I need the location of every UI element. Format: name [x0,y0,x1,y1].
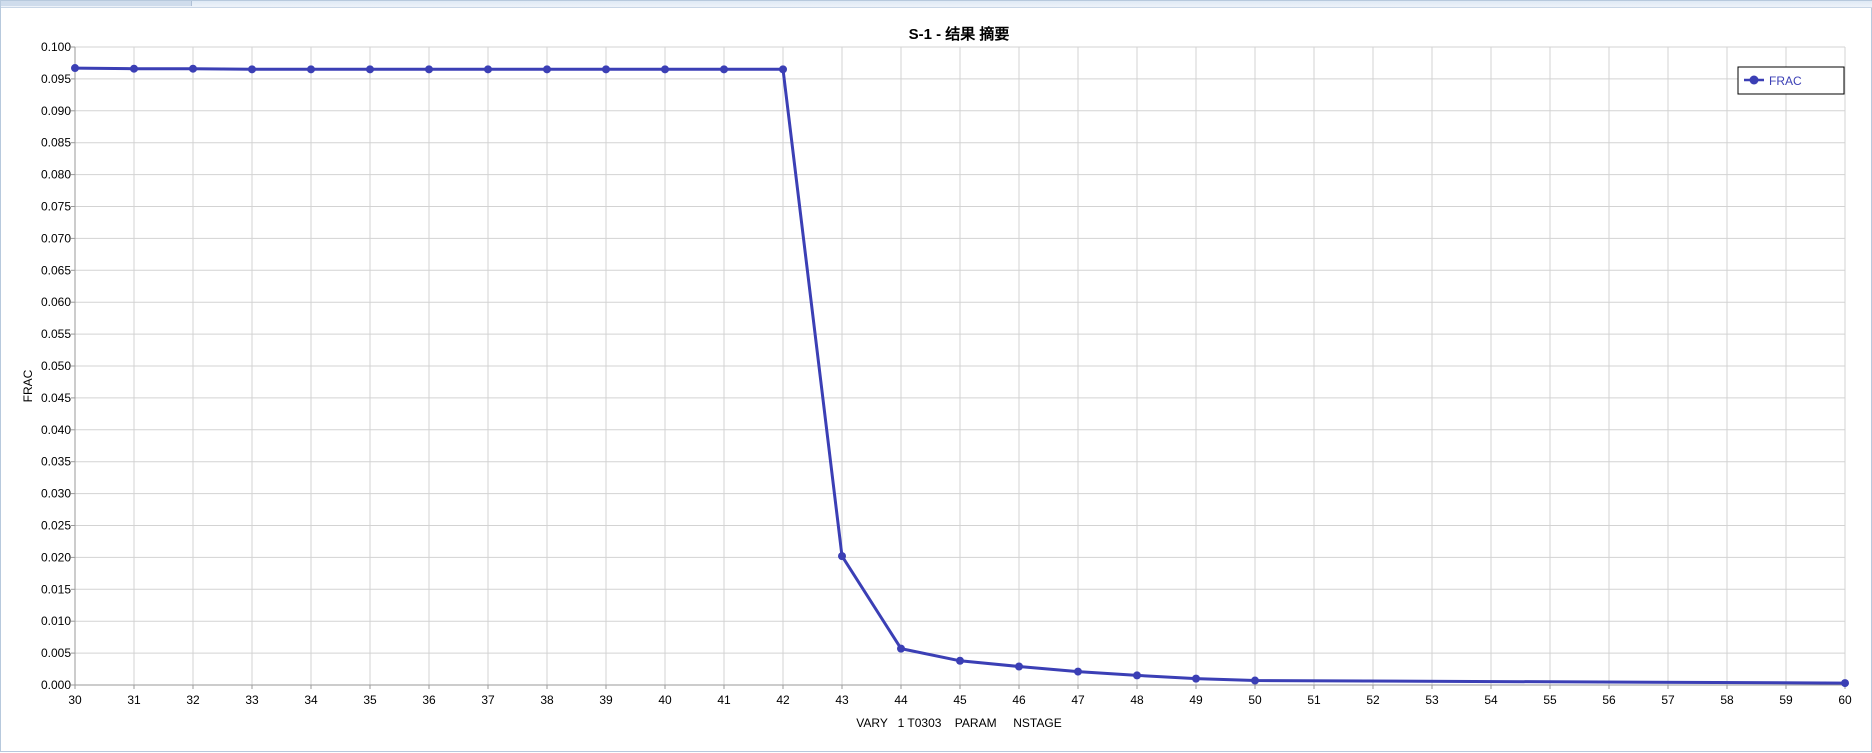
data-point[interactable] [661,65,669,74]
data-point[interactable] [838,552,846,561]
x-tick-label: 36 [422,693,436,707]
data-point[interactable] [1192,674,1200,683]
x-tick-label: 37 [481,693,495,707]
x-tick-label: 42 [776,693,790,707]
x-tick-label: 51 [1307,693,1321,707]
x-tick-label: 49 [1189,693,1203,707]
x-tick-label: 35 [363,693,377,707]
x-tick-label: 45 [953,693,967,707]
y-tick-label: 0.065 [41,263,71,277]
data-point[interactable] [1841,679,1849,688]
data-point[interactable] [71,64,79,73]
data-point[interactable] [189,64,197,73]
chart-window: 0.000 0.005 0.010 0.015 0.020 0.025 0.030 0.035… [0,0,1872,752]
legend-marker [1749,75,1759,85]
data-point[interactable] [307,65,315,74]
y-tick-label: 0.085 [41,136,71,150]
data-point[interactable] [897,644,905,653]
y-tick-label: 0.025 [41,519,71,533]
line-chart: 0.000 0.005 0.010 0.015 0.020 0.025 0.030 0.035… [21,25,1852,730]
y-tick-label: 0.000 [41,678,71,692]
grid-lines [74,46,1846,686]
data-point[interactable] [130,64,138,73]
y-tick-label: 0.005 [41,646,71,660]
y-tick-label: 0.020 [41,550,71,564]
data-point[interactable] [366,65,374,74]
data-point[interactable] [720,65,728,74]
x-tick-label: 59 [1779,693,1793,707]
x-tick-label: 56 [1602,693,1616,707]
data-point[interactable] [1251,676,1259,685]
y-tick-label: 0.100 [41,40,71,54]
y-tick-label: 0.060 [41,295,71,309]
x-tick-label: 52 [1366,693,1380,707]
y-tick-label: 0.045 [41,391,71,405]
x-tick-label: 50 [1248,693,1262,707]
x-tick-label: 38 [540,693,554,707]
data-point[interactable] [543,65,551,74]
x-tick-label: 57 [1661,693,1675,707]
x-tick-label: 46 [1012,693,1026,707]
legend[interactable]: FRAC [1737,66,1845,95]
data-point[interactable] [425,65,433,74]
x-tick-label: 58 [1720,693,1734,707]
x-tick-label: 39 [599,693,613,707]
y-tick-label: 0.050 [41,359,71,373]
x-tick-label: 44 [894,693,908,707]
x-tick-label: 41 [717,693,731,707]
x-tick-label: 32 [186,693,200,707]
y-tick-label: 0.035 [41,455,71,469]
x-tick-label: 40 [658,693,672,707]
data-point[interactable] [248,65,256,74]
x-tick-label: 31 [127,693,141,707]
chart-title: S-1 - 结果 摘要 [909,25,1010,43]
y-tick-label: 0.030 [41,487,71,501]
y-tick-label: 0.040 [41,423,71,437]
y-tick-label: 0.055 [41,327,71,341]
y-axis-label: FRAC [21,369,35,402]
x-tick-label: 47 [1071,693,1085,707]
data-point[interactable] [484,65,492,74]
x-tick-label: 43 [835,693,849,707]
y-axis-ticks: 0.000 0.005 0.010 0.015 0.020 0.025 0.030 0.035… [41,40,75,692]
x-tick-label: 30 [68,693,82,707]
data-point[interactable] [956,656,964,665]
data-point[interactable] [1015,662,1023,671]
data-point[interactable] [602,65,610,74]
legend-label-frac: FRAC [1769,74,1802,88]
y-tick-label: 0.075 [41,200,71,214]
y-tick-label: 0.090 [41,104,71,118]
x-axis-label: VARY 1 T0303 PARAM NSTAGE [856,716,1061,730]
data-point[interactable] [1133,671,1141,680]
data-point[interactable] [1074,667,1082,676]
x-tick-label: 33 [245,693,259,707]
y-tick-label: 0.015 [41,582,71,596]
x-tick-label: 60 [1838,693,1852,707]
x-tick-label: 48 [1130,693,1144,707]
y-tick-label: 0.095 [41,72,71,86]
y-tick-label: 0.010 [41,614,71,628]
data-point[interactable] [779,65,787,74]
x-tick-label: 53 [1425,693,1439,707]
x-tick-label: 54 [1484,693,1498,707]
y-tick-label: 0.080 [41,168,71,182]
x-tick-label: 34 [304,693,318,707]
y-tick-label: 0.070 [41,231,71,245]
x-axis-ticks: 30 31 32 33 34 35 36 37 38 39 40 41 42 43 44 45 46 47 48 49… [68,685,1852,707]
x-tick-label: 55 [1543,693,1557,707]
